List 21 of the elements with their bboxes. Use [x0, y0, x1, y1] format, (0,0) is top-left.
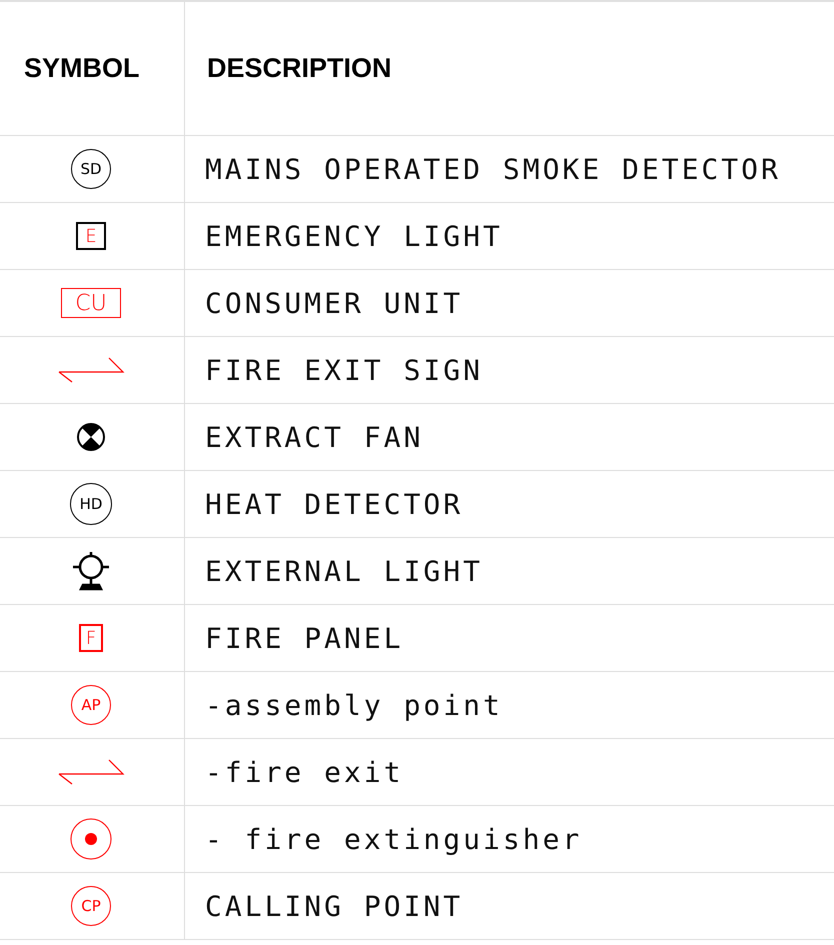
- description-cell: -assembly point: [185, 672, 834, 739]
- emergency-light-symbol: E: [76, 222, 106, 250]
- heat-detector-symbol: HD: [70, 483, 112, 525]
- description-cell: CONSUMER UNIT: [185, 270, 834, 337]
- fire-panel-symbol: F: [79, 624, 103, 652]
- consumer-unit-symbol: CU: [61, 288, 121, 318]
- description-cell: EXTERNAL LIGHT: [185, 538, 834, 605]
- description-cell: FIRE EXIT SIGN: [185, 337, 834, 404]
- description-cell: EMERGENCY LIGHT: [185, 203, 834, 270]
- smoke-detector-symbol: SD: [71, 149, 111, 189]
- description-cell: HEAT DETECTOR: [185, 471, 834, 538]
- circle-symbol: AP: [71, 685, 111, 725]
- column-header: DESCRIPTION: [185, 2, 834, 136]
- column-header: SYMBOL: [0, 2, 185, 136]
- description-cell: CALLING POINT: [185, 873, 834, 940]
- description-cell: -fire exit: [185, 739, 834, 806]
- description-cell: EXTRACT FAN: [185, 404, 834, 471]
- description-cell: FIRE PANEL: [185, 605, 834, 672]
- description-cell: - fire extinguisher: [185, 806, 834, 873]
- description-cell: MAINS OPERATED SMOKE DETECTOR: [185, 136, 834, 203]
- circle-symbol: CP: [71, 886, 111, 926]
